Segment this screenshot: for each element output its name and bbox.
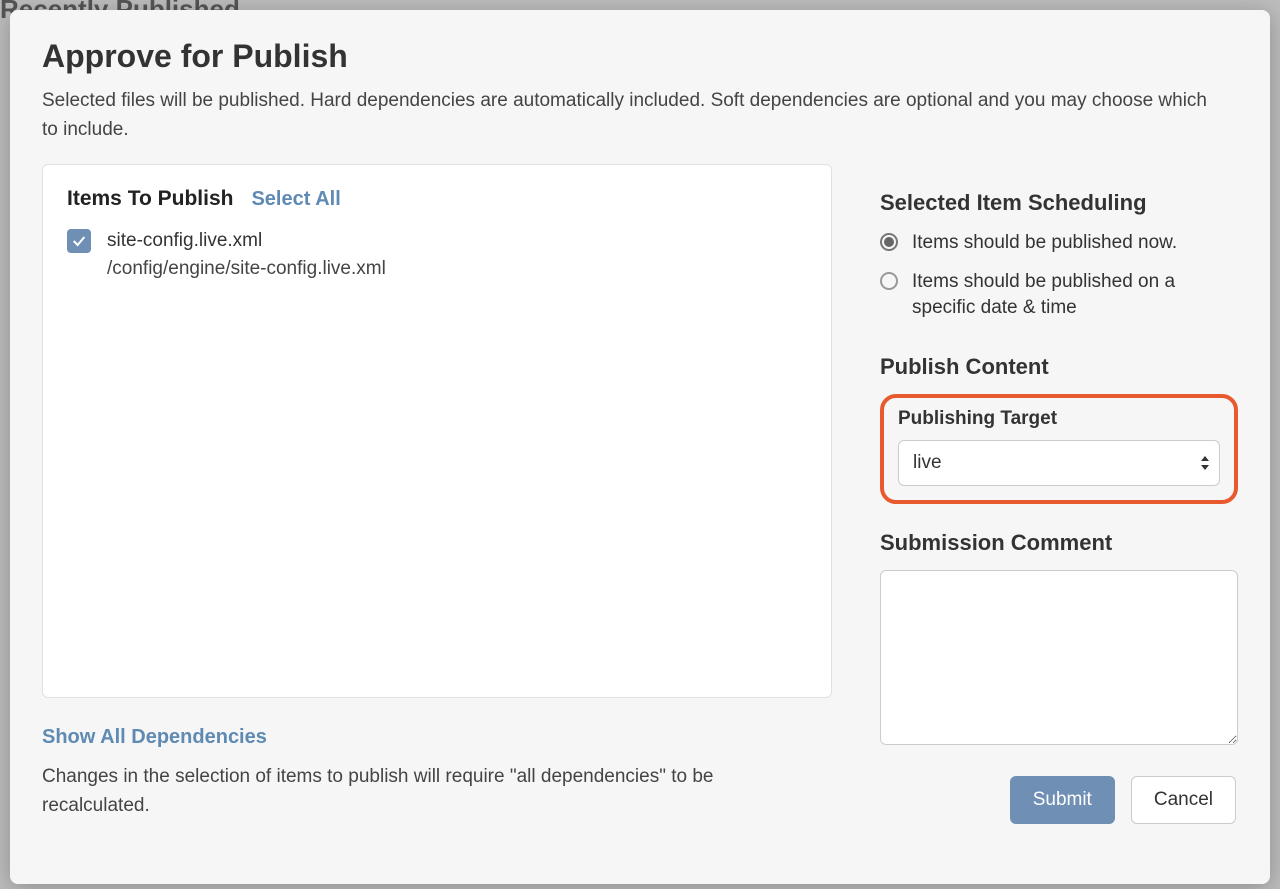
radio-icon bbox=[880, 272, 898, 290]
scheduling-radio-group: Items should be published now. Items sho… bbox=[880, 230, 1238, 322]
submit-button[interactable]: Submit bbox=[1010, 776, 1115, 824]
radio-label: Items should be published now. bbox=[912, 230, 1177, 257]
scheduling-heading: Selected Item Scheduling bbox=[880, 190, 1238, 216]
item-text: site-config.live.xml /config/engine/site… bbox=[107, 227, 386, 282]
items-to-publish-panel: Items To Publish Select All site-config.… bbox=[42, 164, 832, 698]
publishing-target-select[interactable]: live bbox=[898, 440, 1220, 486]
schedule-later-option[interactable]: Items should be published on a specific … bbox=[880, 269, 1238, 322]
left-column: Items To Publish Select All site-config.… bbox=[42, 164, 832, 860]
radio-icon bbox=[880, 233, 898, 251]
publishing-target-highlight: Publishing Target live bbox=[880, 394, 1238, 504]
dependencies-section: Show All Dependencies Changes in the sel… bbox=[42, 726, 832, 820]
publish-item-row: site-config.live.xml /config/engine/site… bbox=[67, 227, 807, 282]
items-header: Items To Publish Select All bbox=[67, 187, 807, 211]
radio-label: Items should be published on a specific … bbox=[912, 269, 1238, 322]
modal-subtitle: Selected files will be published. Hard d… bbox=[42, 87, 1222, 144]
item-name: site-config.live.xml bbox=[107, 227, 386, 255]
show-all-dependencies-link[interactable]: Show All Dependencies bbox=[42, 726, 267, 749]
modal-footer-buttons: Submit Cancel bbox=[1010, 776, 1236, 824]
publishing-target-label: Publishing Target bbox=[898, 408, 1220, 430]
modal-body: Items To Publish Select All site-config.… bbox=[42, 164, 1238, 860]
items-heading: Items To Publish bbox=[67, 187, 233, 211]
dependencies-note: Changes in the selection of items to pub… bbox=[42, 763, 762, 820]
publishing-target-select-wrap: live bbox=[898, 440, 1220, 486]
item-path: /config/engine/site-config.live.xml bbox=[107, 255, 386, 283]
schedule-now-option[interactable]: Items should be published now. bbox=[880, 230, 1238, 257]
publish-content-heading: Publish Content bbox=[880, 354, 1238, 380]
item-checkbox[interactable] bbox=[67, 229, 91, 253]
cancel-button[interactable]: Cancel bbox=[1131, 776, 1236, 824]
check-icon bbox=[71, 233, 87, 249]
right-column: Selected Item Scheduling Items should be… bbox=[880, 164, 1238, 860]
approve-publish-modal: Approve for Publish Selected files will … bbox=[10, 10, 1270, 884]
submission-comment-textarea[interactable] bbox=[880, 570, 1238, 745]
select-all-link[interactable]: Select All bbox=[251, 188, 340, 211]
submission-comment-heading: Submission Comment bbox=[880, 530, 1238, 556]
modal-title: Approve for Publish bbox=[42, 38, 1238, 75]
